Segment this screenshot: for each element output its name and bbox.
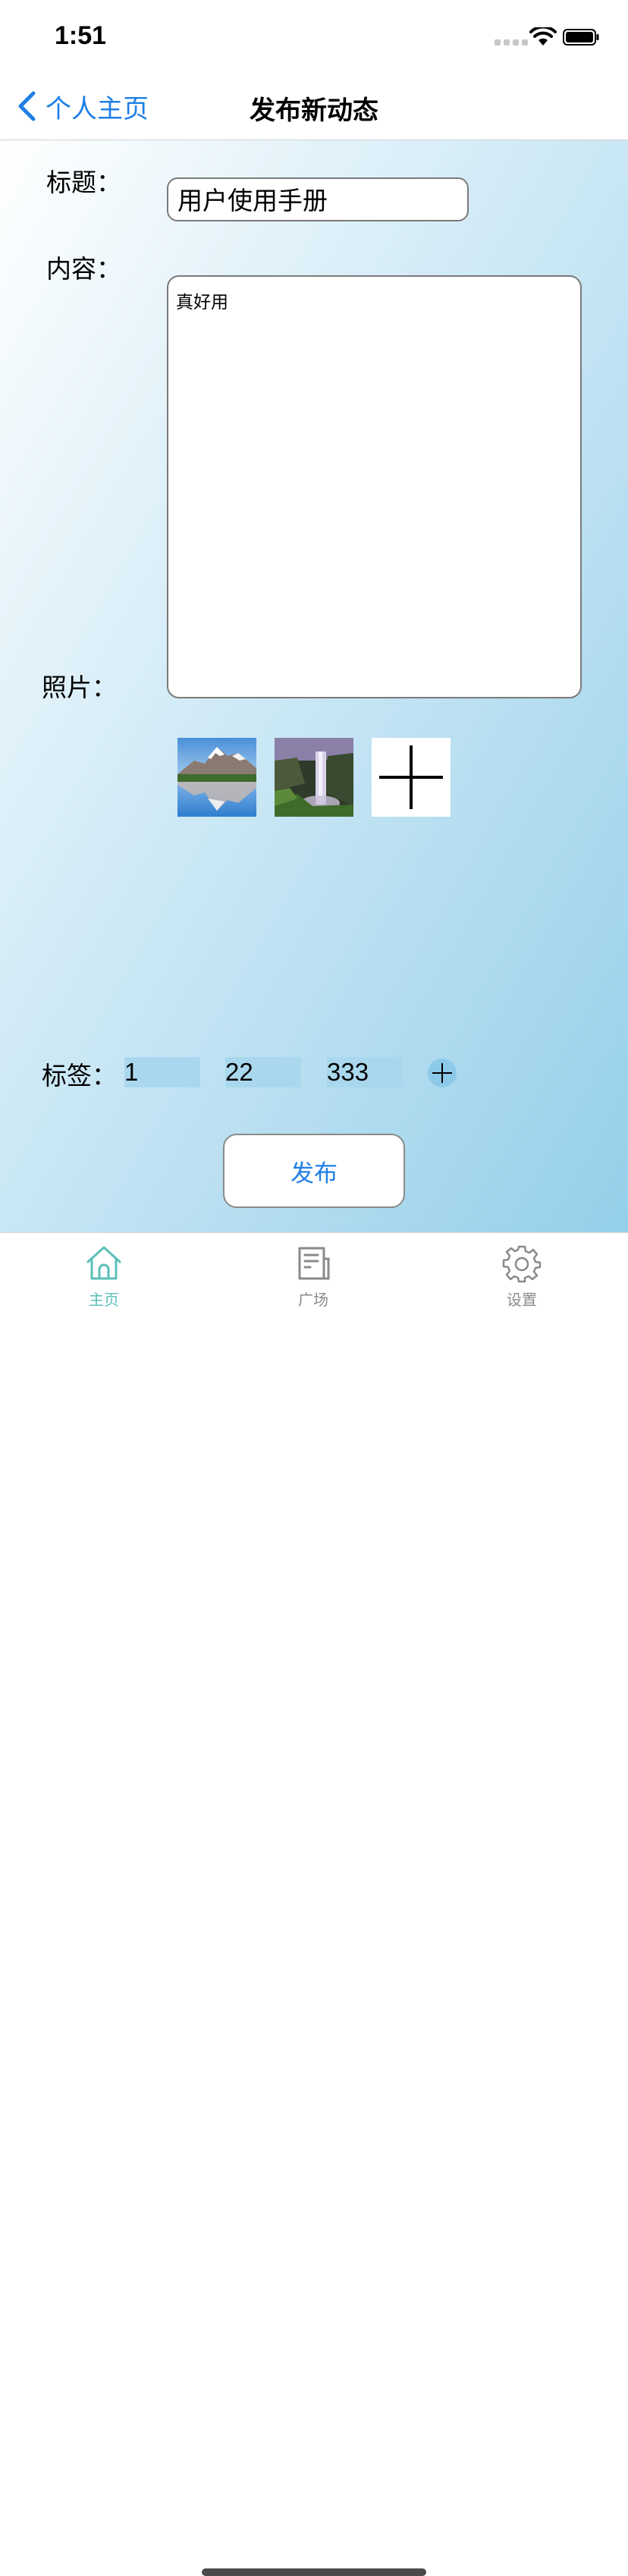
status-time: 1:51 [55,21,107,50]
tab-settings-label: 设置 [507,1291,537,1309]
tag-input[interactable]: 1 [124,1057,200,1087]
add-tag-button[interactable] [428,1059,457,1087]
title-label: 标题： [46,168,121,197]
mountain-lake-image [177,738,256,817]
tab-square[interactable]: 广场 [268,1244,359,1310]
battery-icon [563,29,599,45]
content-label: 内容： [46,254,121,284]
tab-home[interactable]: 主页 [58,1244,149,1310]
news-icon [298,1247,330,1280]
photos-label: 照片： [42,673,117,702]
navigation-bar: 个人主页 发布新动态 [0,73,628,140]
tag-input[interactable]: 22 [225,1057,301,1087]
tab-bar: 主页 广场 设置 [0,1232,628,2576]
tag-input[interactable]: 333 [327,1057,403,1087]
tab-settings[interactable]: 设置 [476,1244,567,1310]
mountain-lake-photo[interactable] [177,738,256,817]
post-form: 标题： 用户使用手册 内容： 真好用 照片： 标签： 1 22 333 发布 [0,140,628,1232]
tags-label: 标签： [42,1061,117,1090]
wifi-icon [529,27,557,45]
home-icon [86,1246,121,1280]
plus-icon [379,745,443,809]
home-indicator [202,2568,426,2576]
publish-button[interactable]: 发布 [223,1134,405,1208]
tab-home-label: 主页 [89,1291,119,1309]
plus-icon [432,1063,452,1083]
title-input[interactable]: 用户使用手册 [167,177,469,221]
cellular-signal-icon [495,39,528,45]
waterfall-image [275,738,353,817]
status-bar: 1:51 [0,0,628,73]
waterfall-photo[interactable] [275,738,353,817]
content-textarea[interactable]: 真好用 [167,275,582,698]
page-title: 发布新动态 [250,96,378,126]
tab-square-label: 广场 [298,1291,328,1309]
gear-icon [502,1245,542,1283]
add-photo-button[interactable] [372,738,451,817]
